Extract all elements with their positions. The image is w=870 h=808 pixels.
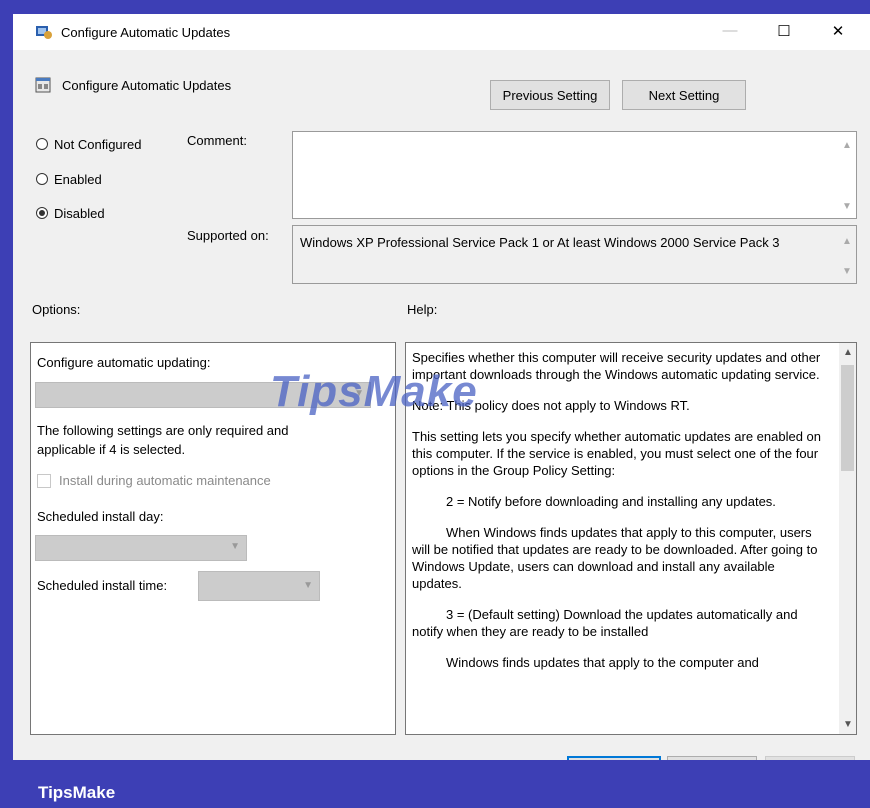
chevron-down-icon: ▼ bbox=[303, 580, 313, 591]
window-title: Configure Automatic Updates bbox=[61, 25, 231, 40]
install-time-dropdown[interactable]: ▼ bbox=[198, 571, 320, 601]
radio-label: Disabled bbox=[54, 205, 105, 221]
scroll-up-icon[interactable]: ▲ bbox=[843, 347, 853, 358]
comment-textarea[interactable]: ▲ ▼ bbox=[292, 131, 857, 219]
supported-on-box: Windows XP Professional Service Pack 1 o… bbox=[292, 225, 857, 284]
comment-label: Comment: bbox=[187, 133, 247, 148]
policy-name: Configure Automatic Updates bbox=[62, 78, 232, 93]
scroll-up-icon[interactable]: ▲ bbox=[842, 236, 852, 247]
title-bar[interactable]: Configure Automatic Updates — ☐ ✕ bbox=[13, 14, 870, 50]
brand-footer bbox=[0, 760, 870, 808]
radio-disabled[interactable]: Disabled bbox=[36, 204, 105, 222]
scroll-down-icon[interactable]: ▼ bbox=[842, 201, 852, 212]
brand-label: TipsMake bbox=[38, 783, 116, 802]
watermark: TipsMake bbox=[270, 367, 478, 416]
help-paragraph: This setting lets you specify whether au… bbox=[412, 429, 822, 478]
scroll-down-icon[interactable]: ▼ bbox=[842, 266, 852, 277]
radio-button[interactable] bbox=[36, 207, 48, 219]
app-icon bbox=[35, 24, 53, 40]
next-setting-button[interactable]: Next Setting bbox=[622, 80, 746, 110]
help-paragraph: 2 = Notify before downloading and instal… bbox=[446, 494, 776, 509]
install-time-label: Scheduled install time: bbox=[37, 578, 168, 593]
maximize-button[interactable]: ☐ bbox=[767, 22, 801, 42]
scroll-up-icon[interactable]: ▲ bbox=[842, 140, 852, 151]
install-day-label: Scheduled install day: bbox=[37, 509, 164, 524]
supported-on-value: Windows XP Professional Service Pack 1 o… bbox=[300, 235, 780, 250]
scroll-down-icon[interactable]: ▼ bbox=[843, 719, 853, 730]
policy-icon bbox=[35, 77, 51, 93]
maintenance-label: Install during automatic maintenance bbox=[59, 473, 271, 488]
scrollbar-thumb[interactable] bbox=[841, 365, 854, 471]
configure-updating-label: Configure automatic updating: bbox=[37, 355, 211, 370]
help-paragraph: Windows finds updates that apply to the … bbox=[446, 655, 759, 670]
help-heading: Help: bbox=[407, 302, 438, 317]
help-paragraph: When Windows finds updates that apply to… bbox=[412, 525, 818, 591]
install-day-dropdown[interactable]: ▼ bbox=[35, 535, 247, 561]
supported-on-label: Supported on: bbox=[187, 228, 269, 243]
radio-not-configured[interactable]: Not Configured bbox=[36, 135, 141, 153]
minimize-button[interactable]: — bbox=[713, 22, 747, 42]
radio-label: Enabled bbox=[54, 171, 102, 187]
maintenance-checkbox-row[interactable]: Install during automatic maintenance bbox=[37, 473, 271, 488]
close-button[interactable]: ✕ bbox=[821, 22, 855, 42]
radio-button[interactable] bbox=[36, 138, 48, 150]
radio-enabled[interactable]: Enabled bbox=[36, 170, 102, 188]
help-paragraph: 3 = (Default setting) Download the updat… bbox=[412, 607, 798, 639]
options-heading: Options: bbox=[32, 302, 81, 317]
options-note: The following settings are only required… bbox=[37, 423, 289, 457]
radio-label: Not Configured bbox=[54, 136, 142, 152]
previous-setting-button[interactable]: Previous Setting bbox=[490, 80, 610, 110]
help-scrollbar[interactable]: ▲ ▼ bbox=[839, 343, 856, 734]
chevron-down-icon: ▼ bbox=[230, 541, 240, 552]
radio-button[interactable] bbox=[36, 173, 48, 185]
maintenance-checkbox[interactable] bbox=[37, 473, 51, 488]
